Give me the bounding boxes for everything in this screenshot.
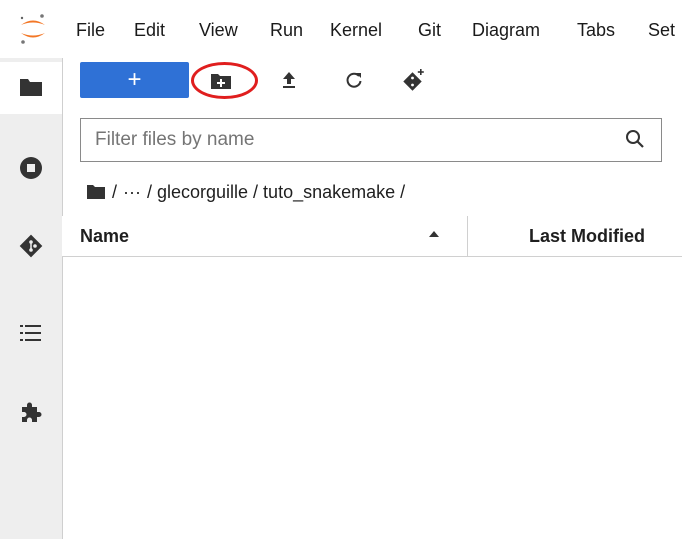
sidebar-tab-toc[interactable]: [0, 308, 62, 360]
breadcrumb-ellipsis[interactable]: ···: [123, 182, 141, 203]
git-icon: [19, 234, 43, 258]
column-last-modified-header[interactable]: Last Modified: [529, 226, 645, 247]
menu-tabs[interactable]: Tabs: [577, 19, 615, 41]
menu-view[interactable]: View: [199, 19, 238, 41]
sidebar-tab-extensions[interactable]: [0, 386, 62, 438]
filter-box: [80, 118, 662, 162]
folder-icon: [20, 79, 42, 96]
refresh-icon: [346, 72, 362, 88]
column-divider[interactable]: [467, 216, 468, 256]
upload-button[interactable]: [281, 70, 297, 95]
sort-ascending-icon[interactable]: [428, 230, 440, 238]
column-name-header[interactable]: Name: [80, 226, 129, 247]
file-list-header: Name Last Modified: [62, 216, 682, 257]
breadcrumb: / ··· / glecorguille / tuto_snakemake /: [86, 180, 405, 204]
menu-git[interactable]: Git: [418, 19, 441, 41]
home-folder-icon[interactable]: [86, 184, 106, 200]
menu-edit[interactable]: Edit: [134, 19, 165, 41]
highlight-annotation: [191, 62, 258, 99]
menu-bar: File Edit View Run Kernel Git Diagram Ta…: [0, 0, 682, 58]
menu-kernel[interactable]: Kernel: [330, 19, 382, 41]
table-of-contents-icon: [20, 325, 41, 341]
stop-circle-icon: [20, 157, 42, 179]
git-clone-icon: [403, 69, 424, 91]
refresh-button[interactable]: [345, 71, 363, 94]
git-clone-button[interactable]: [402, 68, 428, 97]
search-icon: [626, 130, 644, 148]
sidebar-tab-running[interactable]: [0, 142, 62, 194]
breadcrumb-root[interactable]: /: [112, 182, 117, 203]
filter-files-input[interactable]: [81, 119, 625, 161]
sidebar-tab-file-browser[interactable]: [0, 62, 62, 114]
breadcrumb-path[interactable]: / glecorguille / tuto_snakemake /: [147, 182, 405, 203]
left-sidebar: [0, 58, 63, 539]
puzzle-piece-icon: [22, 402, 42, 422]
sidebar-tab-git[interactable]: [0, 220, 62, 272]
menu-settings[interactable]: Set: [648, 19, 675, 41]
menu-run[interactable]: Run: [270, 19, 303, 41]
file-list: [62, 257, 682, 539]
menu-file[interactable]: File: [76, 19, 105, 41]
upload-icon: [283, 72, 295, 88]
menu-diagram[interactable]: Diagram: [472, 19, 540, 41]
new-launcher-button[interactable]: +: [80, 62, 189, 98]
jupyterlab-window: File Edit View Run Kernel Git Diagram Ta…: [0, 0, 682, 539]
jupyter-logo-icon[interactable]: [18, 12, 48, 46]
